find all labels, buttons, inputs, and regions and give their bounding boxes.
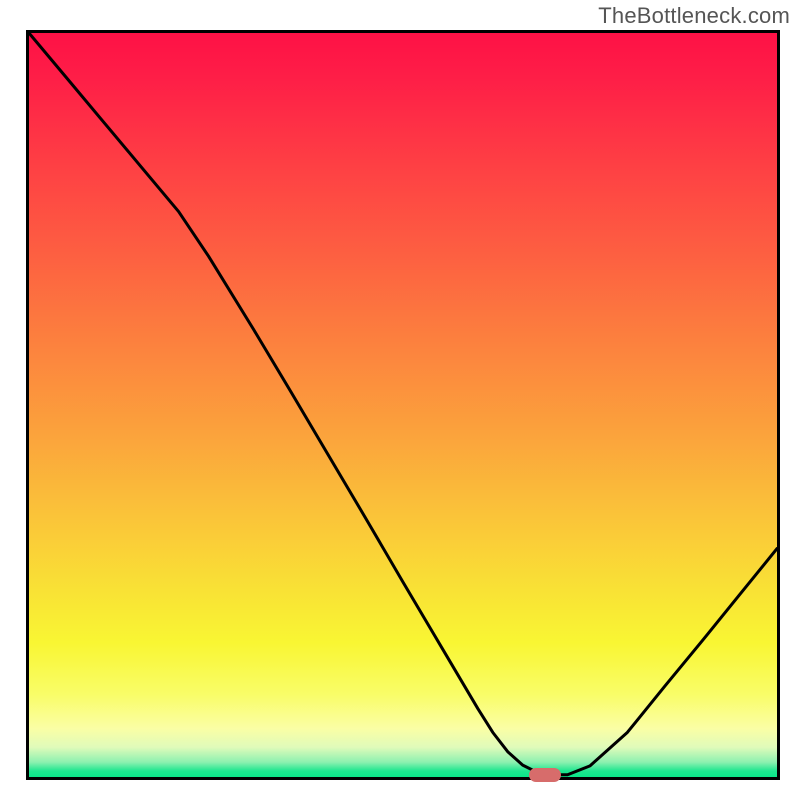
bottleneck-curve [29, 33, 777, 777]
curve-path [29, 33, 777, 775]
optimal-marker [529, 768, 561, 782]
chart-container: TheBottleneck.com [0, 0, 800, 800]
watermark-text: TheBottleneck.com [598, 3, 790, 29]
plot-area [26, 30, 780, 780]
